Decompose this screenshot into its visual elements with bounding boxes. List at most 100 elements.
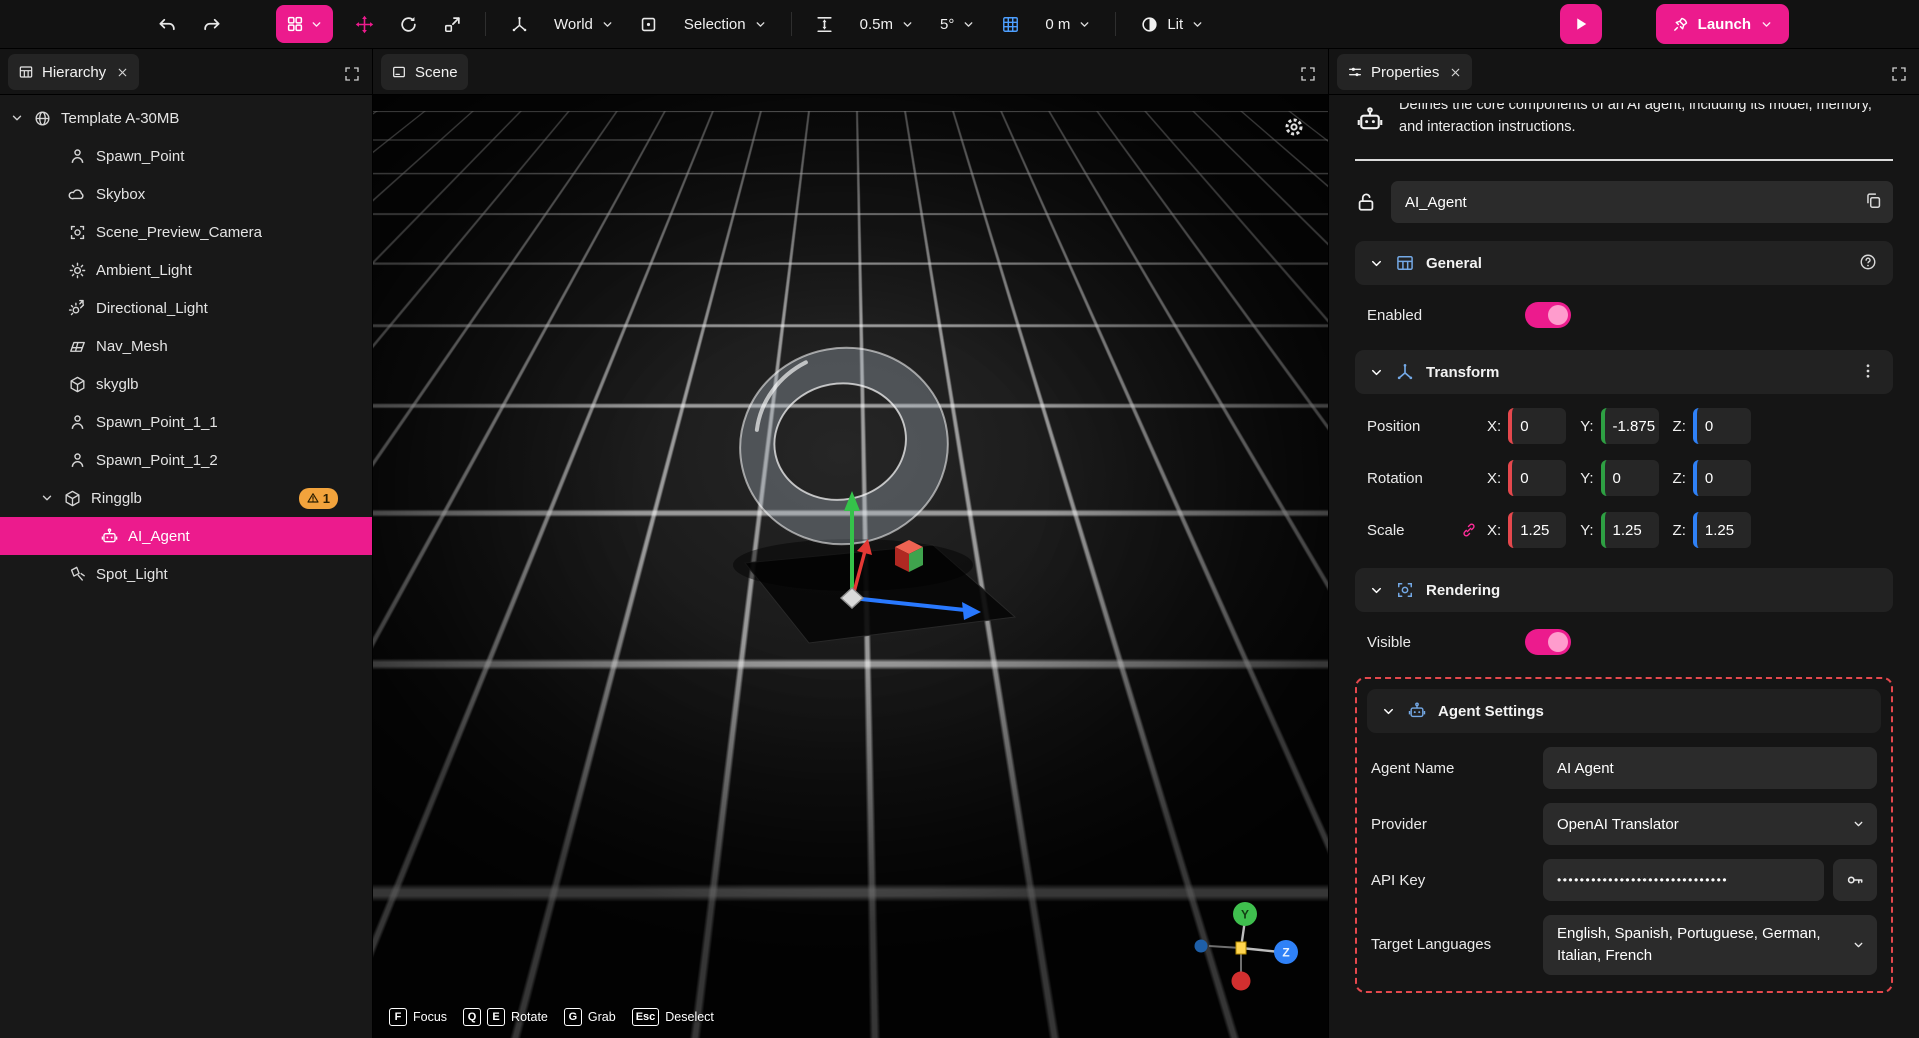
tree-item-nav-mesh[interactable]: Nav_Mesh [0,327,372,365]
enabled-toggle[interactable] [1525,302,1571,328]
asset-library-button[interactable] [276,5,333,43]
chevron-down-icon[interactable] [1369,583,1384,598]
scale-tool-button[interactable] [433,5,471,43]
chevron-down-icon [962,18,975,31]
scale-z-input[interactable]: 1.25 [1693,512,1751,548]
chevron-down-icon [310,18,323,31]
tab-scene[interactable]: Scene [381,54,468,90]
chevron-down-icon[interactable] [1369,256,1384,271]
rotation-z-input[interactable]: 0 [1693,460,1751,496]
grid-height-dropdown[interactable]: 0 m [1035,5,1101,43]
tree-item-template[interactable]: Template A-30MB [0,99,372,137]
copy-name-button[interactable] [1861,190,1885,214]
target-languages-select[interactable]: English, Spanish, Portuguese, German, It… [1543,915,1877,975]
transform-space-button[interactable] [500,5,538,43]
lock-open-icon[interactable] [1355,191,1377,213]
mesh-icon [68,337,87,356]
space-dropdown[interactable]: World [544,5,624,43]
chevron-down-icon[interactable] [40,491,54,505]
section-agent-settings[interactable]: Agent Settings [1367,689,1881,733]
section-general[interactable]: General [1355,241,1893,285]
position-z-input[interactable]: 0 [1693,408,1751,444]
section-transform[interactable]: Transform [1355,350,1893,394]
scale-y-input[interactable]: 1.25 [1601,512,1659,548]
scene-tree: Template A-30MB Spawn_Point Skybox Scene… [0,95,372,593]
hierarchy-panel: Hierarchy Template A-30MB Spawn_Point [0,49,373,1038]
target-languages-row: Target Languages English, Spanish, Portu… [1367,901,1881,975]
redo-button[interactable] [192,5,230,43]
app-window: World Selection 0.5m 5° 0 m Lit [0,0,1919,1038]
scene-expand-button[interactable] [1300,66,1318,84]
pivot-dropdown[interactable]: Selection [674,5,777,43]
rotation-row: Rotation X: 0 Y: 0 Z: 0 [1355,446,1893,498]
grid-layout-icon [286,15,304,33]
tree-item-directional-light[interactable]: Directional_Light [0,289,372,327]
scale-x-input[interactable]: 1.25 [1508,512,1566,548]
chevron-down-icon[interactable] [1369,365,1384,380]
general-help-button[interactable] [1859,253,1879,273]
tree-item-skyglb[interactable]: skyglb [0,365,372,403]
tree-item-ringglb[interactable]: Ringglb 1 [0,479,372,517]
scale-label: Scale [1367,522,1487,539]
neg-axis-dot[interactable] [1195,940,1208,953]
undo-button[interactable] [148,5,186,43]
tree-item-ambient-light[interactable]: Ambient_Light [0,251,372,289]
cube-icon [63,489,82,508]
move-snap-dropdown[interactable]: 0.5m [850,5,924,43]
agent-name-input[interactable] [1543,747,1877,789]
api-key-reveal-button[interactable] [1833,859,1877,901]
tree-item-scene-preview-camera[interactable]: Scene_Preview_Camera [0,213,372,251]
transform-menu-button[interactable] [1859,362,1879,382]
shading-mode-dropdown[interactable]: Lit [1130,5,1214,43]
pivot-button[interactable] [630,5,668,43]
tree-item-skybox[interactable]: Skybox [0,175,372,213]
rotation-x-input[interactable]: 0 [1508,460,1566,496]
tree-item-spawn-point-1-1[interactable]: Spawn_Point_1_1 [0,403,372,441]
rotation-y-input[interactable]: 0 [1601,460,1659,496]
surface-snap-button[interactable] [806,5,844,43]
api-key-row: API Key [1367,845,1881,901]
rotate-snap-dropdown[interactable]: 5° [930,5,985,43]
key-esc: Esc [632,1008,660,1026]
tree-item-spot-light[interactable]: Spot_Light [0,555,372,593]
visible-toggle[interactable] [1525,629,1571,655]
person-icon [68,147,87,166]
section-rendering[interactable]: Rendering [1355,568,1893,612]
hierarchy-expand-button[interactable] [344,66,362,84]
tree-item-label: Spawn_Point_1_1 [96,414,218,431]
entity-name-input[interactable] [1391,181,1893,223]
provider-row: Provider OpenAI Translator [1367,789,1881,845]
chevron-down-icon[interactable] [1381,704,1396,719]
tab-hierarchy[interactable]: Hierarchy [8,54,139,90]
launch-button[interactable]: Launch [1656,4,1789,44]
rotate-tool-button[interactable] [389,5,427,43]
rotate-icon [399,15,418,34]
properties-expand-button[interactable] [1891,66,1909,84]
viewport-settings-button[interactable] [1282,115,1306,139]
play-button[interactable] [1560,4,1602,44]
provider-select[interactable]: OpenAI Translator [1543,803,1877,845]
tab-properties[interactable]: Properties [1337,54,1472,90]
tree-item-spawn-point[interactable]: Spawn_Point [0,137,372,175]
position-y-input[interactable]: -1.875 [1601,408,1659,444]
entity-name-field [1391,181,1893,223]
api-key-input[interactable] [1543,859,1824,901]
tree-item-label: Ringglb [91,490,142,507]
tree-item-ai-agent[interactable]: AI_Agent [0,517,372,555]
position-x-input[interactable]: 0 [1508,408,1566,444]
redo-icon [202,15,221,34]
orientation-gizmo[interactable]: Y Z [1176,880,1306,1010]
close-icon[interactable] [116,66,129,79]
tree-item-spawn-point-1-2[interactable]: Spawn_Point_1_2 [0,441,372,479]
warning-badge[interactable]: 1 [299,488,338,509]
ring-object[interactable] [725,331,964,560]
scene-viewport[interactable]: Y Z F Focus Q E Rotate G [373,95,1328,1038]
move-tool-button[interactable] [345,5,383,43]
section-title: Rendering [1426,582,1500,599]
grid-snap-button[interactable] [991,5,1029,43]
x-axis-ball[interactable] [1232,972,1251,991]
link-scale-icon[interactable] [1461,522,1477,538]
chevron-down-icon [601,18,614,31]
close-icon[interactable] [1449,66,1462,79]
chevron-down-icon[interactable] [10,111,24,125]
